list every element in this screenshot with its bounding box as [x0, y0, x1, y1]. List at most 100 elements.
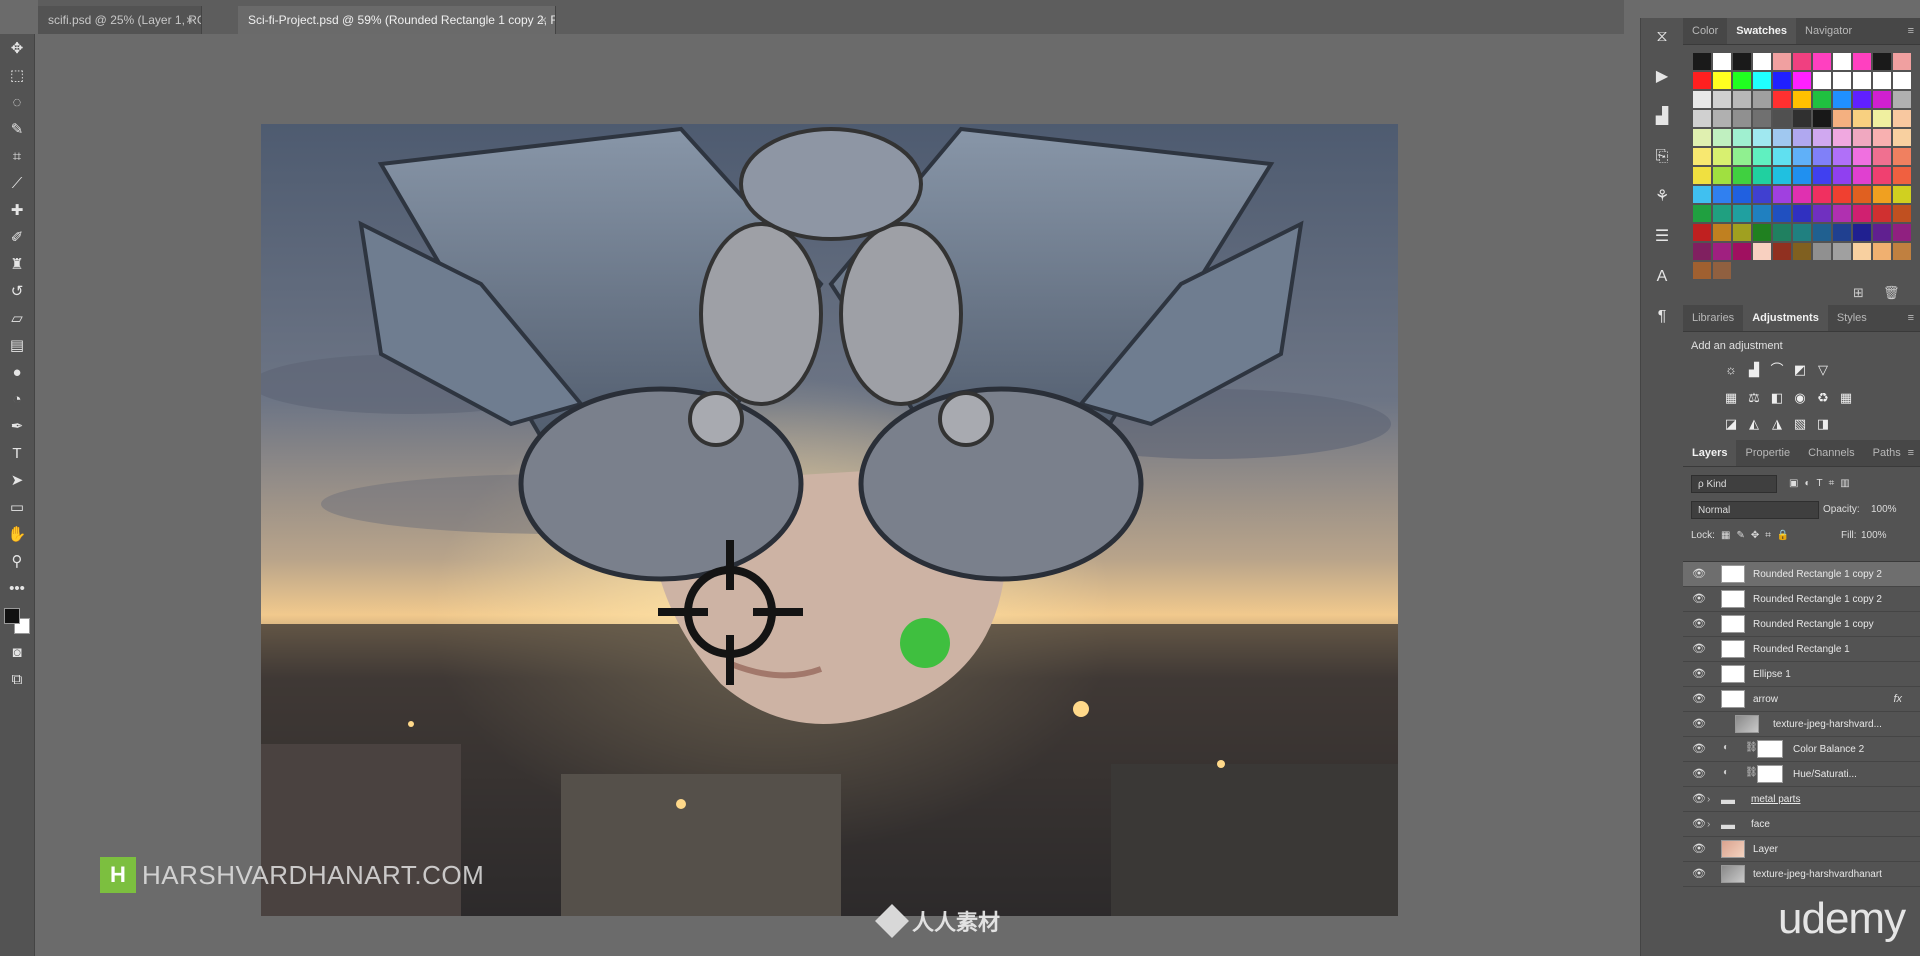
layer-thumbnail[interactable]	[1735, 715, 1759, 733]
color-swatch[interactable]	[1773, 129, 1791, 146]
color-swatch[interactable]	[1733, 243, 1751, 260]
layer-name[interactable]: Rounded Rectangle 1 copy 2	[1753, 587, 1882, 612]
invert-icon[interactable]: ◪	[1723, 416, 1739, 432]
color-swatch[interactable]	[1873, 224, 1891, 241]
color-swatch[interactable]	[1813, 129, 1831, 146]
opacity-value[interactable]: 100%	[1871, 501, 1897, 519]
color-swatch[interactable]	[1893, 53, 1911, 70]
color-swatch[interactable]	[1793, 72, 1811, 89]
photo-filter-icon[interactable]: ◉	[1792, 390, 1808, 406]
color-swatch[interactable]	[1833, 167, 1851, 184]
color-swatch[interactable]	[1813, 243, 1831, 260]
color-swatch[interactable]	[1873, 110, 1891, 127]
color-swatch[interactable]	[1693, 205, 1711, 222]
color-swatch[interactable]	[1853, 224, 1871, 241]
color-swatch[interactable]	[1693, 186, 1711, 203]
color-swatch[interactable]	[1833, 205, 1851, 222]
layer-row[interactable]: 👁 arrow fx	[1683, 687, 1920, 712]
color-swatch[interactable]	[1713, 53, 1731, 70]
layer-mask-thumbnail[interactable]	[1757, 765, 1783, 783]
color-swatch[interactable]	[1813, 148, 1831, 165]
tab-libraries[interactable]: Libraries	[1683, 305, 1743, 331]
color-swatch[interactable]	[1853, 186, 1871, 203]
doc-tab-scifi[interactable]: scifi.psd @ 25% (Layer 1, RGB/8*) ×	[38, 6, 202, 34]
color-swatch[interactable]	[1753, 110, 1771, 127]
color-swatch[interactable]	[1833, 224, 1851, 241]
color-swatch[interactable]	[1833, 243, 1851, 260]
color-swatch[interactable]	[1773, 72, 1791, 89]
screen-mode-icon[interactable]: ⧉	[4, 668, 30, 692]
brush-tool-icon[interactable]: ✐	[4, 226, 30, 250]
color-swatch[interactable]	[1733, 110, 1751, 127]
tab-navigator[interactable]: Navigator	[1796, 18, 1861, 44]
color-swatch[interactable]	[1853, 148, 1871, 165]
color-swatch[interactable]	[1873, 129, 1891, 146]
color-swatch[interactable]	[1873, 243, 1891, 260]
layer-row[interactable]: 👁 ◐ ⛓ Color Balance 2	[1683, 737, 1920, 762]
visibility-eye-icon[interactable]: 👁	[1692, 642, 1706, 655]
color-swatch[interactable]	[1773, 243, 1791, 260]
color-swatch[interactable]	[1893, 129, 1911, 146]
color-swatch[interactable]	[1873, 186, 1891, 203]
path-select-tool-icon[interactable]: ➤	[4, 469, 30, 493]
color-swatch[interactable]	[1813, 72, 1831, 89]
color-swatch[interactable]	[1693, 110, 1711, 127]
color-swatch[interactable]	[1733, 148, 1751, 165]
color-swatch[interactable]	[1853, 72, 1871, 89]
color-swatch[interactable]	[1773, 186, 1791, 203]
color-swatch[interactable]	[1793, 205, 1811, 222]
color-swatch[interactable]	[1733, 129, 1751, 146]
color-swatch[interactable]	[1693, 224, 1711, 241]
layer-row[interactable]: 👁 Rounded Rectangle 1 copy 2	[1683, 562, 1920, 587]
layer-thumbnail[interactable]	[1721, 565, 1745, 583]
color-swatch[interactable]	[1833, 148, 1851, 165]
panel-menu-icon[interactable]: ≡	[1908, 440, 1914, 466]
dodge-tool-icon[interactable]: ◔	[4, 388, 30, 412]
threshold-icon[interactable]: ◮	[1769, 416, 1785, 432]
color-swatch[interactable]	[1693, 243, 1711, 260]
lasso-tool-icon[interactable]: ◌	[4, 91, 30, 115]
layer-name[interactable]: Rounded Rectangle 1 copy	[1753, 612, 1874, 637]
clone-source-icon[interactable]: ⎘	[1647, 144, 1677, 170]
color-swatch[interactable]	[1733, 72, 1751, 89]
color-swatch[interactable]	[1853, 205, 1871, 222]
visibility-eye-icon[interactable]: 👁	[1692, 567, 1706, 580]
tab-color[interactable]: Color	[1683, 18, 1727, 44]
hue-saturation-icon[interactable]: ▦	[1723, 390, 1739, 406]
color-swatch[interactable]	[1893, 148, 1911, 165]
layer-thumbnail[interactable]	[1721, 640, 1745, 658]
color-swatch[interactable]	[1773, 110, 1791, 127]
lock-icons[interactable]: ▦✎✥⌗🔒	[1721, 527, 1795, 545]
layer-row[interactable]: 👁 › ▬ face	[1683, 812, 1920, 837]
color-swatch[interactable]	[1753, 186, 1771, 203]
visibility-eye-icon[interactable]: 👁	[1692, 742, 1706, 755]
color-swatch[interactable]	[1813, 53, 1831, 70]
curves-icon[interactable]: ⌒	[1769, 362, 1785, 378]
layer-name[interactable]: Layer	[1753, 837, 1778, 862]
layer-row[interactable]: 👁 ◐ ⛓ Hue/Saturati...	[1683, 762, 1920, 787]
color-swatch[interactable]	[1713, 224, 1731, 241]
color-swatch[interactable]	[1793, 186, 1811, 203]
color-swatch[interactable]	[1873, 53, 1891, 70]
color-swatch[interactable]	[1873, 91, 1891, 108]
color-swatch[interactable]	[1713, 110, 1731, 127]
channel-mixer-icon[interactable]: ♻	[1815, 390, 1831, 406]
artwork-canvas[interactable]	[261, 124, 1398, 916]
link-icon[interactable]: ⛓	[1745, 742, 1758, 753]
color-swatch[interactable]	[1693, 91, 1711, 108]
layer-thumbnail[interactable]	[1721, 865, 1745, 883]
new-swatch-icon[interactable]: ⊞	[1853, 285, 1864, 301]
visibility-eye-icon[interactable]: 👁	[1692, 817, 1706, 830]
marquee-tool-icon[interactable]: ⬚	[4, 64, 30, 88]
layer-row[interactable]: 👁 Layer	[1683, 837, 1920, 862]
close-icon[interactable]: ×	[540, 6, 547, 34]
kind-filter-select[interactable]: ρ Kind	[1691, 475, 1777, 493]
layer-name[interactable]: texture-jpeg-harshvard...	[1773, 712, 1882, 737]
color-swatch[interactable]	[1693, 129, 1711, 146]
gradient-tool-icon[interactable]: ▤	[4, 334, 30, 358]
color-swatch[interactable]	[1713, 186, 1731, 203]
color-swatch[interactable]	[1713, 129, 1731, 146]
color-swatch[interactable]	[1833, 53, 1851, 70]
tab-styles[interactable]: Styles	[1828, 305, 1876, 331]
color-swatch[interactable]	[1813, 110, 1831, 127]
